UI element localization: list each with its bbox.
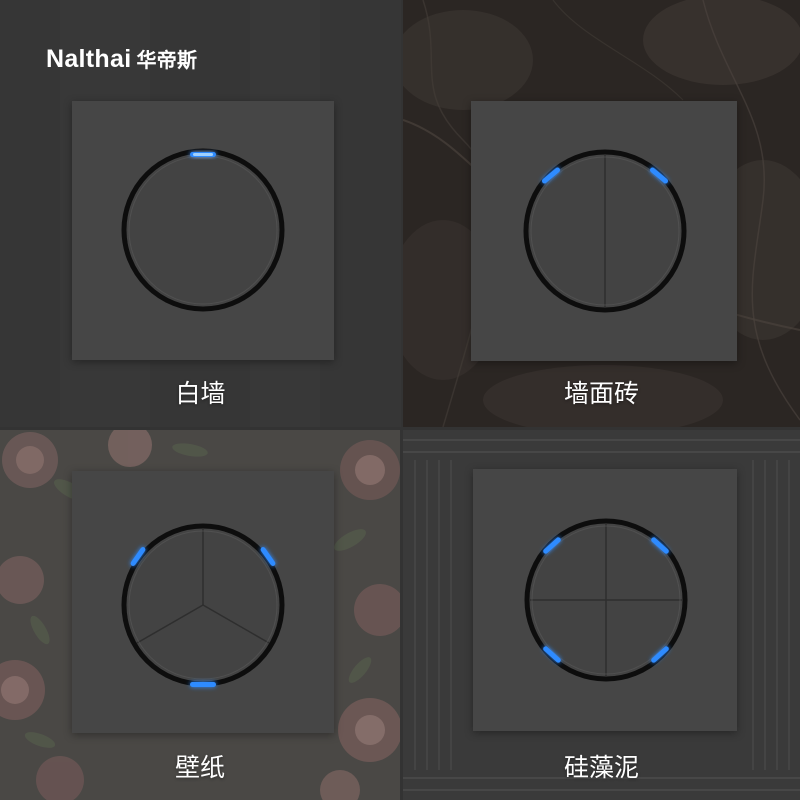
- switch-panel-2-gang: [471, 101, 737, 361]
- switch-panel-4-gang: [473, 469, 737, 731]
- brand-logo: Nalthai 华帝斯: [46, 44, 197, 75]
- switch-4-gang-face: [524, 518, 688, 682]
- switch-2-gang-face: [523, 149, 687, 313]
- tile-wallpaper: 壁纸: [0, 430, 400, 800]
- product-collage: Nalthai 华帝斯 白墙 墙面砖 壁纸 硅藻泥: [0, 0, 800, 800]
- tile-diatom-mud: 硅藻泥: [403, 430, 800, 800]
- tile-label: 硅藻泥: [563, 753, 639, 782]
- switch-1-gang-face: [121, 148, 285, 312]
- switch-3-gang-face: [121, 523, 285, 687]
- switch-panel-3-gang: [72, 471, 334, 733]
- tile-label: 白墙: [175, 379, 226, 408]
- switch-panel-1-gang: [72, 101, 334, 360]
- brand-name-cn: 华帝斯: [136, 48, 198, 72]
- tile-label: 墙面砖: [563, 379, 639, 408]
- tile-white-wall: Nalthai 华帝斯 白墙: [0, 0, 401, 427]
- brand-name-latin: Nalthai: [46, 45, 132, 73]
- tile-marble: 墙面砖: [403, 0, 800, 427]
- tile-label: 壁纸: [174, 753, 225, 782]
- indicator-light: [190, 152, 216, 157]
